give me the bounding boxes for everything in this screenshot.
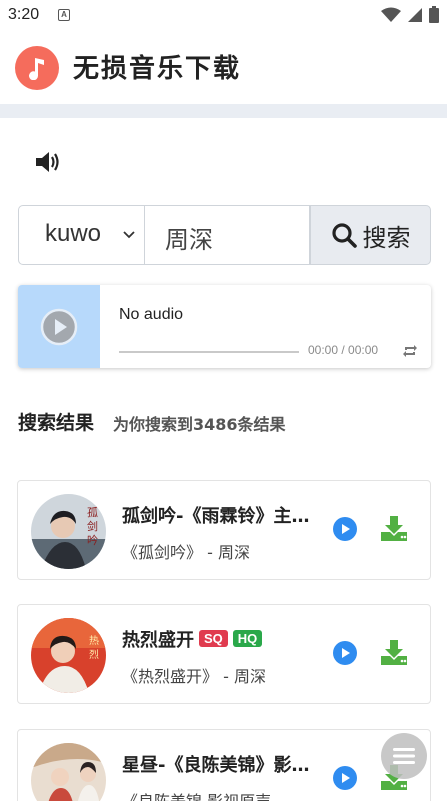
song-title: 热烈盛开 SQ HQ xyxy=(122,626,312,652)
loop-icon[interactable] xyxy=(402,344,418,358)
source-select-value: kuwo xyxy=(45,220,102,247)
song-subtitle: 《热烈盛开》 - 周深 xyxy=(122,667,266,686)
player-title: No audio xyxy=(119,306,184,323)
list-item[interactable]: 热 烈 热烈盛开 SQ HQ 《热烈盛开》 - 周深 xyxy=(17,604,431,704)
song-title: 孤剑吟-《雨霖铃》主题曲 xyxy=(122,506,312,527)
play-button[interactable] xyxy=(333,517,357,541)
header-divider xyxy=(0,104,447,118)
search-input-value: 周深 xyxy=(165,226,213,254)
battery-icon xyxy=(429,6,439,23)
album-cover: 孤 剑 吟 xyxy=(31,494,106,569)
song-subtitle: 《孤剑吟》 - 周深 xyxy=(122,543,250,562)
play-icon xyxy=(342,524,350,534)
svg-text:剑: 剑 xyxy=(87,519,98,533)
search-input[interactable]: 周深 xyxy=(145,205,310,265)
player-artwork xyxy=(18,285,100,368)
search-button-label: 搜索 xyxy=(362,223,411,252)
floating-menu-button[interactable] xyxy=(381,733,427,779)
volume-icon xyxy=(36,152,59,172)
wifi-icon xyxy=(381,7,401,22)
volume-button[interactable] xyxy=(34,148,64,176)
song-subtitle: 《良陈美锦 影视原声 xyxy=(122,788,271,801)
play-button[interactable] xyxy=(333,641,357,665)
badge-hq: HQ xyxy=(232,630,263,647)
play-circle-icon[interactable] xyxy=(40,308,78,346)
status-icons xyxy=(381,6,439,23)
svg-text:吟: 吟 xyxy=(87,533,98,547)
album-cover xyxy=(31,743,106,801)
search-button[interactable]: 搜索 xyxy=(310,205,431,265)
album-cover: 热 烈 xyxy=(31,618,106,693)
app-title: 无损音乐下载 xyxy=(73,54,242,84)
download-icon[interactable] xyxy=(380,514,408,542)
search-row: kuwo 周深 搜索 xyxy=(18,205,431,265)
list-item[interactable]: 孤 剑 吟 孤剑吟-《雨霖铃》主题曲 《孤剑吟》 - 周深 xyxy=(17,480,431,580)
list-item[interactable]: 星昼-《良陈美锦》影视原声 《良陈美锦 影视原声 xyxy=(17,729,431,801)
app-header: 无损音乐下载 xyxy=(0,32,447,104)
notification-icon: A xyxy=(58,9,70,21)
play-icon xyxy=(342,773,350,783)
play-icon xyxy=(342,648,350,658)
music-note-icon xyxy=(15,46,59,90)
chevron-down-icon xyxy=(123,231,135,239)
menu-icon xyxy=(393,748,415,764)
status-bar: 3:20 A xyxy=(0,0,447,32)
search-icon xyxy=(331,223,357,248)
source-select[interactable]: kuwo xyxy=(18,205,145,265)
svg-text:热: 热 xyxy=(89,634,99,647)
signal-icon xyxy=(408,7,422,22)
status-time: 3:20 xyxy=(8,6,40,23)
download-icon[interactable] xyxy=(380,638,408,666)
song-title: 星昼-《良陈美锦》影视原声 xyxy=(122,755,312,776)
play-button[interactable] xyxy=(333,766,357,790)
badge-sq: SQ xyxy=(199,630,228,647)
player-time: 00:00 / 00:00 xyxy=(308,343,379,357)
player-progress-bar[interactable] xyxy=(119,351,299,353)
svg-text:孤: 孤 xyxy=(87,506,98,519)
results-count: 为你搜索到3486条结果 xyxy=(113,415,286,434)
audio-player: No audio 00:00 / 00:00 xyxy=(18,285,431,368)
results-title: 搜索结果 xyxy=(18,412,95,434)
svg-text:烈: 烈 xyxy=(89,649,99,661)
